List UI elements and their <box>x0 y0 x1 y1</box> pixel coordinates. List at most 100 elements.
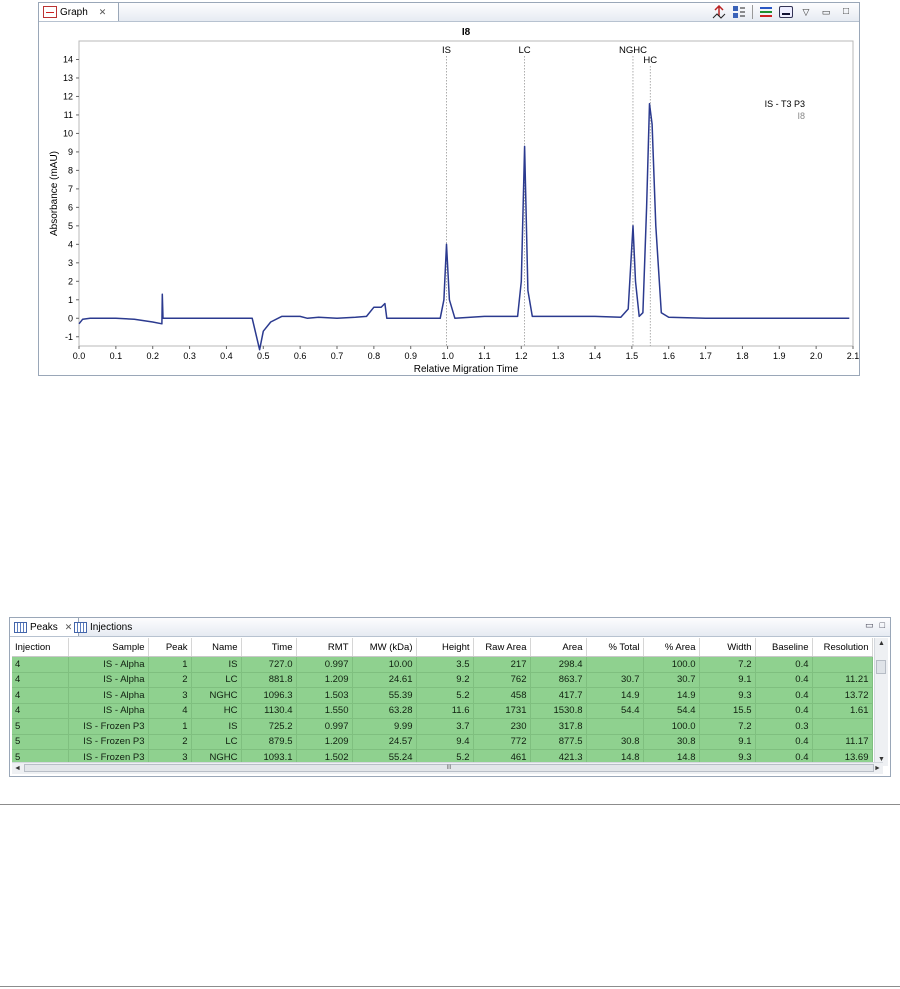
x-tick-label: 1.5 <box>626 351 639 361</box>
tab-injections[interactable]: Injections <box>70 618 138 636</box>
column-header[interactable]: Name <box>191 638 242 657</box>
tab-injections-label: Injections <box>90 621 133 633</box>
table-cell: 0.3 <box>755 718 813 735</box>
horizontal-scrollbar[interactable]: ◄ III ► <box>12 762 883 774</box>
table-cell: 1.550 <box>296 703 353 719</box>
minimize-icon[interactable]: ▭ <box>865 620 874 631</box>
x-tick-label: 0.9 <box>404 351 417 361</box>
table-cell: 1130.4 <box>241 703 297 719</box>
column-header[interactable]: Resolution <box>812 638 873 657</box>
maximize-icon[interactable]: □ <box>880 620 885 631</box>
divider-line <box>0 804 900 805</box>
table-cell: 9.1 <box>699 672 756 688</box>
x-axis-label: Relative Migration Time <box>414 364 519 375</box>
display-mode-icon[interactable] <box>779 5 793 19</box>
y-tick-label: 14 <box>63 54 73 64</box>
x-tick-label: 0.1 <box>110 351 123 361</box>
table-cell: 877.5 <box>530 734 587 750</box>
tab-peaks-label: Peaks <box>30 621 58 633</box>
chart-title: I8 <box>462 27 471 38</box>
table-cell: IS - Alpha <box>68 656 149 673</box>
vertical-scroll-thumb[interactable] <box>876 660 886 674</box>
close-icon[interactable]: ✕ <box>99 7 107 18</box>
table-row[interactable]: 5 IS - Frozen P3 1 IS 725.2 0.997 9.99 3.7 230 31… <box>12 718 873 735</box>
table-cell: 54.4 <box>586 703 644 719</box>
table-cell: 1.209 <box>296 672 353 688</box>
tab-graph[interactable]: Graph ✕ <box>39 3 120 21</box>
tab-peaks[interactable]: Peaks ✕ <box>10 618 80 636</box>
table-cell <box>812 656 873 673</box>
column-header[interactable]: Time <box>241 638 297 657</box>
table-cell: 14.9 <box>643 687 700 704</box>
scroll-up-icon[interactable]: ▲ <box>875 638 888 650</box>
table-cell: 9.4 <box>416 734 474 750</box>
electropherogram-chart[interactable]: I8 0.0 0.1 0.2 0.3 0.4 0.5 0.6 0.7 0.8 0.9 1.0 1.1 1.… <box>39 21 859 375</box>
column-header[interactable]: Sample <box>68 638 149 657</box>
table-cell: 772 <box>473 734 531 750</box>
x-tick-label: 1.3 <box>552 351 565 361</box>
column-header[interactable]: Baseline <box>755 638 813 657</box>
column-header[interactable]: Width <box>699 638 756 657</box>
table-row[interactable]: 4 IS - Alpha 2 LC 881.8 1.209 24.61 9.2 762 863.7… <box>12 672 873 688</box>
scroll-left-icon[interactable]: ◄ <box>12 763 23 774</box>
x-tick-label: 0.5 <box>257 351 270 361</box>
graph-panel-header: Graph ✕ ▽ ▭ □ <box>39 3 859 22</box>
column-header[interactable]: RMT <box>296 638 353 657</box>
align-icon[interactable] <box>732 5 746 19</box>
horizontal-scroll-thumb[interactable]: III <box>24 764 874 772</box>
x-tick-label: 1.6 <box>662 351 675 361</box>
table-cell: 4 <box>12 656 69 673</box>
graph-panel: Graph ✕ ▽ ▭ □ I8 0.0 0.1 0.2 0.3 0.4 0.5 0.6 0.7… <box>38 2 860 376</box>
peak-marker-icon[interactable] <box>712 5 726 19</box>
table-cell: NGHC <box>191 687 242 704</box>
table-cell: 417.7 <box>530 687 587 704</box>
table-cell: 7.2 <box>699 656 756 673</box>
x-tick-label: 1.8 <box>736 351 749 361</box>
plot-area <box>78 40 854 347</box>
table-cell: 0.4 <box>755 672 813 688</box>
table-cell: 55.39 <box>352 687 417 704</box>
table-cell: 54.4 <box>643 703 700 719</box>
maximize-icon[interactable]: □ <box>839 5 853 19</box>
table-cell: 1 <box>148 718 192 735</box>
table-cell: 9.2 <box>416 672 474 688</box>
table-cell: 100.0 <box>643 656 700 673</box>
minimize-icon[interactable]: ▭ <box>819 5 833 19</box>
peaks-panel-header: Peaks ✕ Injections ▭ □ <box>10 618 890 637</box>
legend-lines-icon[interactable] <box>759 5 773 19</box>
table-cell: 4 <box>148 703 192 719</box>
y-tick-label: 4 <box>68 239 73 249</box>
toolbar-separator <box>752 5 753 19</box>
table-cell: 0.997 <box>296 718 353 735</box>
table-cell: 3.5 <box>416 656 474 673</box>
table-cell: 0.4 <box>755 703 813 719</box>
vertical-scrollbar[interactable]: ▲ ▼ <box>874 638 888 766</box>
column-header[interactable]: MW (kDa) <box>352 638 417 657</box>
scroll-right-icon[interactable]: ► <box>872 763 883 774</box>
column-header[interactable]: Area <box>530 638 587 657</box>
legend-entry: I8 <box>797 111 805 121</box>
table-cell: 1.61 <box>812 703 873 719</box>
table-row[interactable]: 4 IS - Alpha 1 IS 727.0 0.997 10.00 3.5 217 298.4… <box>12 656 873 673</box>
table-row[interactable]: 4 IS - Alpha 3 NGHC 1096.3 1.503 55.39 5.2 458 41… <box>12 687 873 704</box>
column-header[interactable]: % Total <box>586 638 644 657</box>
legend-title: IS - T3 P3 <box>765 99 805 109</box>
x-tick-label: 1.9 <box>773 351 786 361</box>
table-cell: IS - Frozen P3 <box>68 718 149 735</box>
table-grid-icon <box>74 621 87 633</box>
view-menu-icon[interactable]: ▽ <box>799 5 813 19</box>
table-row[interactable]: 5 IS - Frozen P3 2 LC 879.5 1.209 24.57 9.4 772 8… <box>12 734 873 750</box>
table-cell: 458 <box>473 687 531 704</box>
column-header[interactable]: Peak <box>148 638 192 657</box>
column-header[interactable]: Raw Area <box>473 638 531 657</box>
table-row[interactable]: 4 IS - Alpha 4 HC 1130.4 1.550 63.28 11.6 1731 15… <box>12 703 873 719</box>
table-cell: 0.4 <box>755 734 813 750</box>
table-cell: 1096.3 <box>241 687 297 704</box>
column-header[interactable]: Height <box>416 638 474 657</box>
column-header[interactable]: Injection <box>12 638 69 657</box>
graph-toolbar: ▽ ▭ □ <box>712 4 853 20</box>
peaks-table: Injection Sample Peak Name Time RMT MW (kDa) He… <box>12 638 873 766</box>
table-cell: LC <box>191 734 242 750</box>
table-cell: 1.209 <box>296 734 353 750</box>
column-header[interactable]: % Area <box>643 638 700 657</box>
